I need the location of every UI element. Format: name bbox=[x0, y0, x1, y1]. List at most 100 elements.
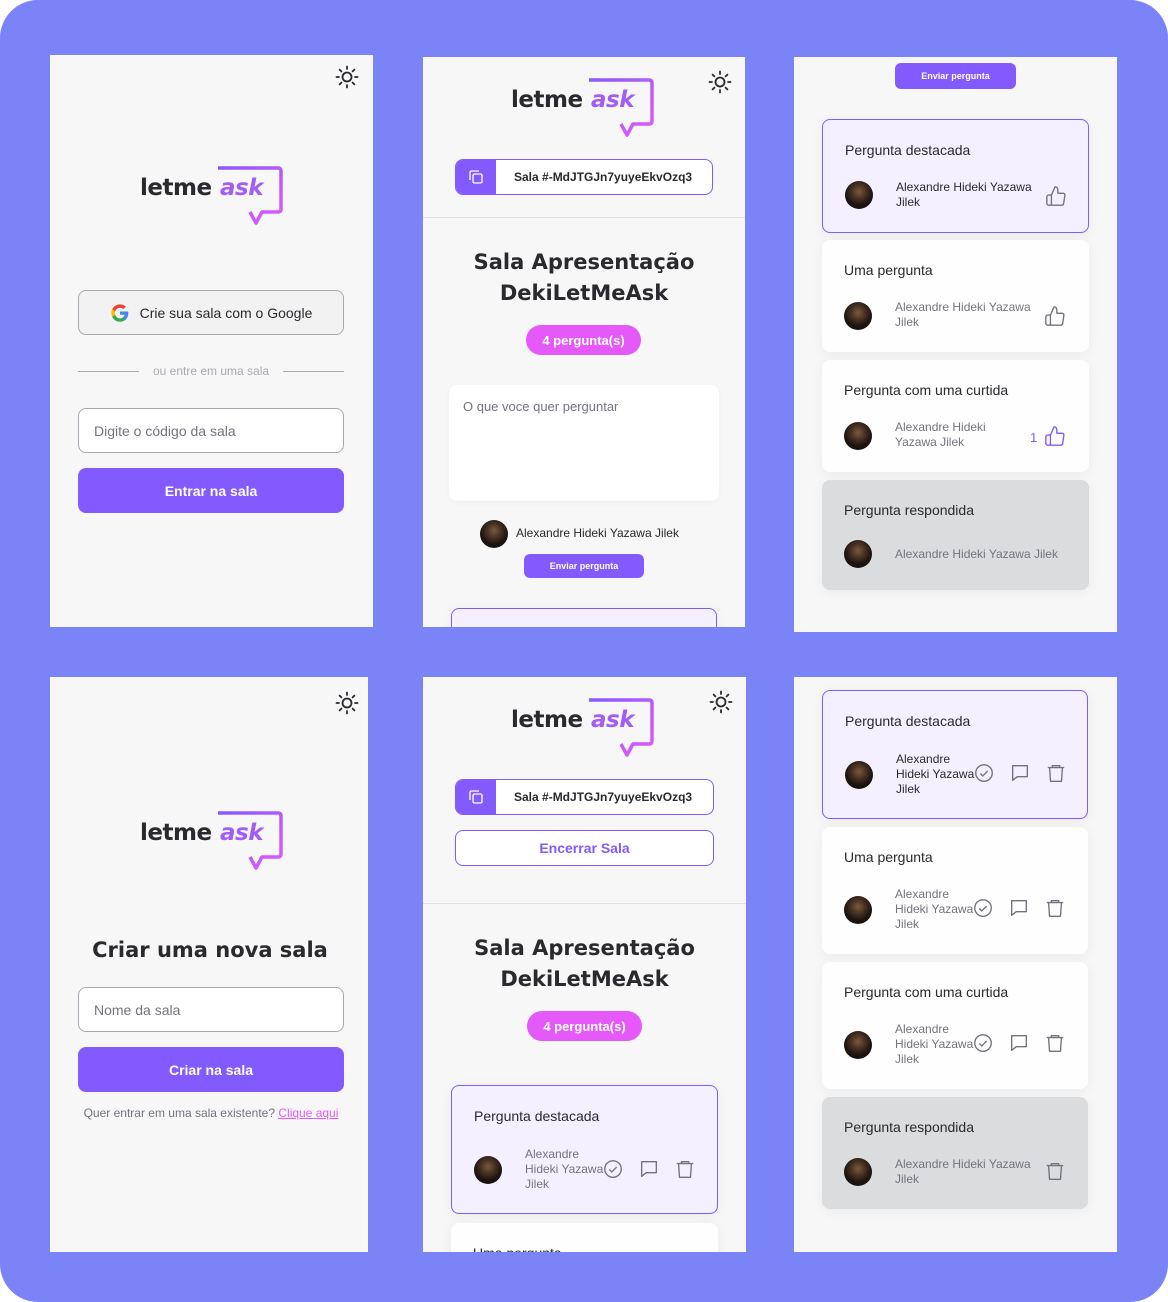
question-textarea[interactable]: O que voce quer perguntar bbox=[449, 385, 719, 501]
enter-room-button[interactable]: Entrar na sala bbox=[78, 468, 344, 513]
question-author: Alexandre Hideki Yazawa Jilek bbox=[895, 1157, 1031, 1186]
check-icon[interactable] bbox=[602, 1158, 624, 1180]
room-code-button[interactable]: Sala #-MdJTGJn7yuyeEkvOzq3 bbox=[455, 159, 713, 195]
google-button-label: Crie sua sala com o Google bbox=[139, 304, 313, 321]
room-admin-screen: letme ask Sala #-MdJTGJn7yuyeEkvOzq3 Enc… bbox=[423, 677, 746, 1252]
highlight-comment-icon[interactable] bbox=[1008, 897, 1030, 919]
avatar bbox=[845, 181, 873, 209]
check-icon[interactable] bbox=[972, 1032, 994, 1054]
highlight-comment-icon[interactable] bbox=[638, 1158, 660, 1180]
like-icon[interactable] bbox=[1044, 425, 1066, 447]
question-card: Uma pergunta Alexandre Hideki Yazawa Jil… bbox=[822, 827, 1088, 954]
question-text: Pergunta destacada bbox=[845, 142, 971, 158]
existing-room-line: Quer entrar em uma sala existente? Cliqu… bbox=[50, 1106, 368, 1120]
send-question-button[interactable]: Enviar pergunta bbox=[524, 554, 644, 578]
showcase-frame: letme ask Crie sua sala com o Google ou … bbox=[0, 0, 1168, 1302]
question-text: Pergunta destacada bbox=[474, 1108, 600, 1124]
question-author: Alexandre Hideki Yazawa Jilek bbox=[896, 180, 1032, 209]
question-author: Alexandre Hideki Yazawa Jilek bbox=[895, 300, 1031, 329]
check-icon[interactable] bbox=[972, 897, 994, 919]
send-question-button[interactable]: Enviar pergunta bbox=[895, 63, 1016, 89]
letmeask-logo: letme ask bbox=[140, 165, 286, 235]
create-room-button[interactable]: Criar na sala bbox=[78, 1047, 344, 1092]
highlight-comment-icon[interactable] bbox=[1008, 1032, 1030, 1054]
copy-icon bbox=[456, 160, 496, 194]
question-card-peek bbox=[451, 608, 717, 627]
question-author: Alexandre Hideki Yazawa Jilek bbox=[895, 547, 1058, 561]
user-name: Alexandre Hideki Yazawa Jilek bbox=[516, 526, 679, 540]
room-code-text: Sala #-MdJTGJn7yuyeEkvOzq3 bbox=[514, 170, 693, 184]
question-author: Alexandre Hideki Yazawa Jilek bbox=[895, 887, 974, 931]
question-card: Pergunta com uma curtida Alexandre Hidek… bbox=[822, 360, 1089, 472]
page-title: Criar uma nova sala bbox=[92, 938, 328, 962]
theme-toggle-sun-icon[interactable] bbox=[335, 691, 359, 715]
question-author: Alexandre Hideki Yazawa Jilek bbox=[896, 752, 975, 796]
question-text: Pergunta com uma curtida bbox=[844, 984, 1009, 1000]
check-icon[interactable] bbox=[973, 762, 995, 784]
question-author: Alexandre Hideki Yazawa Jilek bbox=[895, 420, 986, 449]
avatar bbox=[845, 761, 873, 789]
separator-text: ou entre em uma sala bbox=[152, 364, 270, 378]
room-user-screen: letme ask Sala #-MdJTGJn7yuyeEkvOzq3 Sal… bbox=[423, 57, 745, 627]
header-divider bbox=[423, 217, 745, 218]
avatar bbox=[844, 302, 872, 330]
create-room-google-button[interactable]: Crie sua sala com o Google bbox=[78, 290, 344, 335]
question-text: Uma pergunta bbox=[844, 849, 933, 865]
header-divider bbox=[423, 903, 746, 904]
avatar bbox=[480, 520, 508, 548]
question-card-answered: Pergunta respondida Alexandre Hideki Yaz… bbox=[822, 480, 1089, 590]
existing-room-text: Quer entrar em uma sala existente? bbox=[83, 1106, 276, 1120]
avatar bbox=[844, 1158, 872, 1186]
question-card: Pergunta destacada Alexandre Hideki Yaza… bbox=[822, 119, 1089, 233]
theme-toggle-sun-icon[interactable] bbox=[708, 70, 732, 94]
avatar bbox=[844, 896, 872, 924]
theme-toggle-sun-icon[interactable] bbox=[335, 65, 359, 89]
room-code-text: Sala #-MdJTGJn7yuyeEkvOzq3 bbox=[514, 790, 693, 804]
question-list-admin-screen: Pergunta destacada Alexandre Hideki Yaza… bbox=[794, 677, 1117, 1252]
question-author: Alexandre Hideki Yazawa Jilek bbox=[895, 1022, 974, 1066]
room-title: Sala Apresentação DekiLetMeAsk bbox=[474, 936, 695, 991]
question-text: Pergunta respondida bbox=[844, 1119, 974, 1135]
avatar bbox=[844, 540, 872, 568]
copy-icon bbox=[456, 780, 496, 814]
new-room-screen: letme ask Criar uma nova sala Nome da sa… bbox=[50, 677, 368, 1252]
highlight-comment-icon[interactable] bbox=[1009, 762, 1031, 784]
avatar bbox=[844, 1031, 872, 1059]
room-code-input[interactable]: Digite o código da sala bbox=[78, 408, 344, 453]
trash-icon[interactable] bbox=[1044, 897, 1066, 919]
room-title: Sala Apresentação DekiLetMeAsk bbox=[473, 250, 695, 305]
room-name-input[interactable]: Nome da sala bbox=[78, 987, 344, 1032]
like-icon[interactable] bbox=[1045, 185, 1067, 207]
question-card-answered: Pergunta respondida Alexandre Hideki Yaz… bbox=[822, 1097, 1088, 1209]
question-text: Uma pergunta bbox=[473, 1245, 562, 1252]
question-text: Pergunta respondida bbox=[844, 502, 974, 518]
question-author: Alexandre Hideki Yazawa Jilek bbox=[525, 1147, 604, 1191]
trash-icon[interactable] bbox=[1044, 1032, 1066, 1054]
question-text: Pergunta com uma curtida bbox=[844, 382, 1009, 398]
trash-icon[interactable] bbox=[674, 1158, 696, 1180]
question-list-user-screen: Enviar pergunta Pergunta destacada Alexa… bbox=[794, 57, 1117, 632]
question-text: Pergunta destacada bbox=[845, 713, 971, 729]
trash-icon[interactable] bbox=[1045, 762, 1067, 784]
question-text: Uma pergunta bbox=[844, 262, 933, 278]
avatar bbox=[844, 422, 872, 450]
letmeask-logo: letme ask bbox=[511, 697, 657, 767]
end-room-button[interactable]: Encerrar Sala bbox=[455, 830, 714, 866]
question-card: Uma pergunta Alexandre Hideki Yazawa Jil… bbox=[822, 240, 1089, 352]
google-icon bbox=[110, 303, 130, 323]
theme-toggle-sun-icon[interactable] bbox=[709, 690, 733, 714]
avatar bbox=[474, 1156, 502, 1184]
question-card: Pergunta com uma curtida Alexandre Hidek… bbox=[822, 962, 1088, 1089]
home-screen: letme ask Crie sua sala com o Google ou … bbox=[50, 55, 373, 627]
question-card: Pergunta destacada Alexandre Hideki Yaza… bbox=[451, 1085, 718, 1214]
question-count-badge: 4 pergunta(s) bbox=[526, 325, 641, 355]
existing-room-link[interactable]: Clique aqui bbox=[278, 1106, 338, 1120]
room-code-button[interactable]: Sala #-MdJTGJn7yuyeEkvOzq3 bbox=[455, 779, 714, 815]
letmeask-logo: letme ask bbox=[140, 810, 286, 880]
question-count-badge: 4 pergunta(s) bbox=[527, 1011, 642, 1041]
trash-icon[interactable] bbox=[1044, 1160, 1066, 1182]
letmeask-logo: letme ask bbox=[511, 77, 657, 147]
like-icon[interactable] bbox=[1044, 305, 1066, 327]
like-count: 1 bbox=[1030, 430, 1038, 445]
question-card: Pergunta destacada Alexandre Hideki Yaza… bbox=[822, 690, 1088, 819]
